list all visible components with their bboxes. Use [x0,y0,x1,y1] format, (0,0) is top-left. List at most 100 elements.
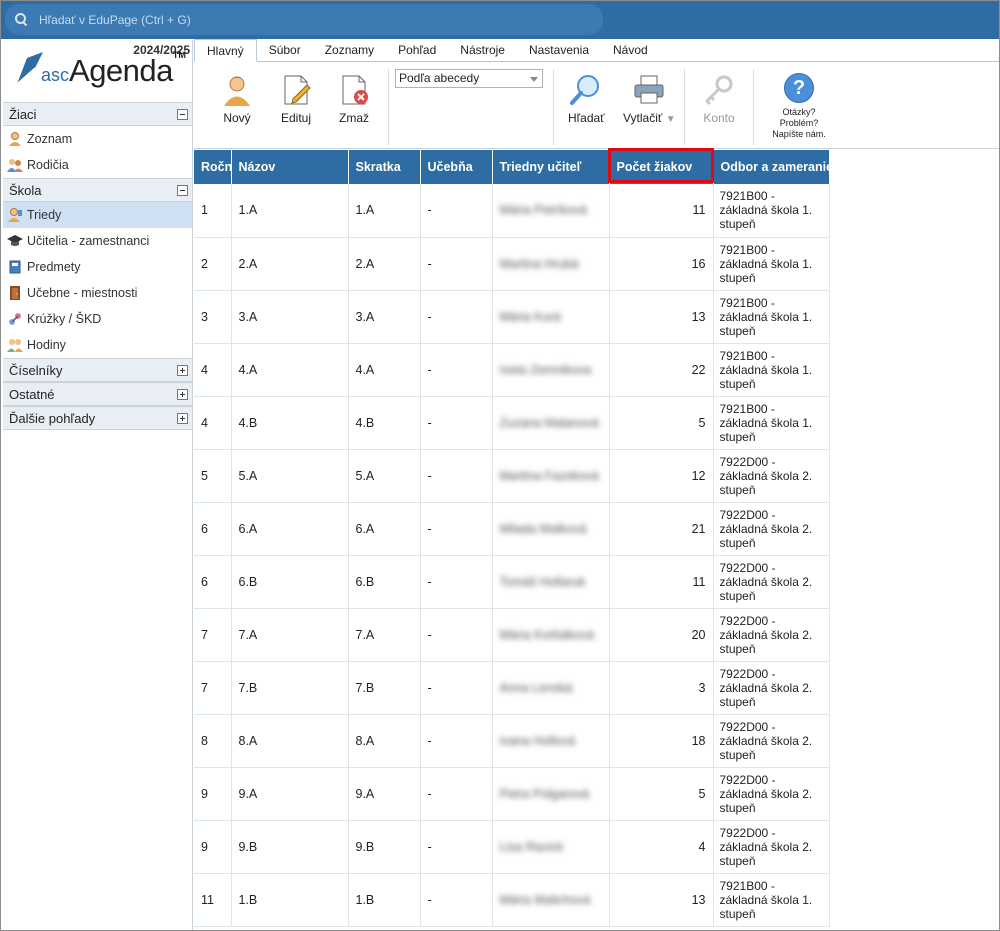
sidebar-item-triedy[interactable]: Triedy [3,202,192,228]
collapse-icon[interactable] [177,108,188,120]
sidebar-item-rodicia[interactable]: Rodičia [3,152,192,178]
cell-pocet-ziakov: 3 [609,661,714,715]
table-row[interactable]: 9 9.B 9.B - Lisa Ravick 4 7922D00 - základná š… [194,820,830,874]
cell-nazov: 7.A [231,608,349,662]
cell-rocnik: 2 [194,237,232,291]
cell-ucebna: - [420,449,493,503]
table-row[interactable]: 6 6.A 6.A - Milada Malková 21 7922D00 - základ… [194,502,830,556]
cell-skratka: 5.A [348,449,421,503]
cell-skratka: 7.A [348,608,421,662]
column-header-rocnik[interactable]: Ročník [194,150,232,184]
edit-button[interactable]: Edituj [279,73,313,125]
cell-pocet-ziakov: 5 [609,396,714,450]
new-button[interactable]: Nový [220,73,254,125]
cell-rocnik: 9 [194,767,232,821]
cell-skratka: 3.A [348,290,421,344]
tab-pohlad[interactable]: Pohľad [386,39,448,61]
table-row[interactable]: 9 9.A 9.A - Petra Polgarová 5 7922D00 - základ… [194,767,830,821]
section-ziaci[interactable]: Žiaci [3,102,192,126]
section-skola[interactable]: Škola [3,178,192,202]
table-row[interactable]: 11 1.B 1.B - Mária Malichová 13 7921B00 - zákl… [194,873,830,927]
sidebar-item-label: Triedy [27,208,62,222]
sidebar-item-label: Predmety [27,260,81,274]
table-row[interactable]: 6 6.B 6.B - Tomáš Hollaruk 11 7922D00 - základ… [194,555,830,609]
expand-icon[interactable] [177,388,188,400]
table-row[interactable]: 7 7.A 7.A - Mária Korbáková 20 7922D00 - zákla… [194,608,830,662]
sidebar-item-predmety[interactable]: Predmety [3,254,192,280]
sidebar-item-ucebne[interactable]: Učebne - miestnosti [3,280,192,306]
tab-subor[interactable]: Súbor [257,39,313,61]
magnifier-icon [570,75,600,105]
tab-zoznamy[interactable]: Zoznamy [313,39,386,61]
account-button[interactable]: Konto [702,73,736,125]
cell-odbor: 7922D00 - základná škola 2. stupeň [713,820,830,874]
classes-table-container: Ročník Názov Skratka Učebňa Triedny učit… [194,150,999,930]
cell-triedny-ucitel: Tomáš Hollaruk [492,555,610,609]
delete-button[interactable]: Zmaž [337,73,371,125]
column-header-skratka[interactable]: Skratka [348,150,421,184]
sidebar-item-label: Rodičia [27,158,69,172]
help-button[interactable]: ? Otázky? Problém? Napíšte nám. [764,73,834,140]
key-icon [704,75,733,106]
table-row[interactable]: 1 1.A 1.A - Mária Petríková 11 7921B00 - zákla… [194,184,830,238]
section-ostatne[interactable]: Ostatné [3,382,192,406]
cell-triedny-ucitel: Milada Malková [492,502,610,556]
column-header-pocet-ziakov[interactable]: Počet žiakov [609,150,714,184]
menu-tabs: Hlavný Súbor Zoznamy Pohľad Nástroje Nas… [194,39,999,62]
table-row[interactable]: 7 7.B 7.B - Anna Lenská 3 7922D00 - základná š… [194,661,830,715]
table-row[interactable]: 3 3.A 3.A - Mária Kurá 13 7921B00 - základná š… [194,290,830,344]
table-row[interactable]: 8 8.A 8.A - Ivana Hollová 18 7922D00 - základn… [194,714,830,768]
cell-odbor: 7921B00 - základná škola 1. stupeň [713,396,830,450]
tab-nastroje[interactable]: Nástroje [448,39,517,61]
cell-skratka: 6.A [348,502,421,556]
cell-skratka: 1.B [348,873,421,927]
print-button[interactable]: Vytlačiť ▼ [623,73,676,125]
cell-nazov: 4.B [231,396,349,450]
cell-nazov: 6.B [231,555,349,609]
sidebar-item-zoznam[interactable]: Zoznam [3,126,192,152]
column-header-triedny-ucitel[interactable]: Triedny učiteľ [492,150,610,184]
cell-nazov: 5.A [231,449,349,503]
teacher-name: Mária Korbáková [499,627,595,642]
sort-dropdown[interactable]: Podľa abecedy [395,69,543,88]
section-label: Ostatné [9,386,55,402]
tab-hlavny[interactable]: Hlavný [194,39,257,62]
cell-rocnik: 4 [194,343,232,397]
section-dalsie-pohlady[interactable]: Ďalšie pohľady [3,406,192,430]
expand-icon[interactable] [177,412,188,424]
cell-ucebna: - [420,608,493,662]
search-button[interactable]: Hľadať [568,73,605,125]
cell-rocnik: 4 [194,396,232,450]
cell-odbor: 7921B00 - základná škola 1. stupeň [713,290,830,344]
table-row[interactable]: 2 2.A 2.A - Martina Hrubá 16 7921B00 - základn… [194,237,830,291]
teacher-name: Mária Kurá [499,309,561,324]
column-header-nazov[interactable]: Názov [231,150,349,184]
search-bar[interactable]: Hľadať v EduPage (Ctrl + G) [5,4,603,35]
sidebar-item-ucitelia[interactable]: Učitelia - zamestnanci [3,228,192,254]
print-label: Vytlačiť [623,111,663,125]
cell-pocet-ziakov: 5 [609,767,714,821]
table-row[interactable]: 4 4.A 4.A - Iveta Zemnikova 22 7921B00 - zákla… [194,343,830,397]
section-ciselniky[interactable]: Číselníky [3,358,192,382]
pen-logo-icon [16,52,43,85]
collapse-icon[interactable] [177,184,188,196]
column-header-ucebna[interactable]: Učebňa [420,150,493,184]
cell-ucebna: - [420,873,493,927]
sidebar-item-hodiny[interactable]: Hodiny [3,332,192,358]
cell-nazov: 8.A [231,714,349,768]
column-header-odbor[interactable]: Odbor a zameranie [713,150,830,184]
cell-triedny-ucitel: Anna Lenská [492,661,610,715]
cell-odbor: 7922D00 - základná škola 2. stupeň [713,767,830,821]
table-row[interactable]: 5 5.A 5.A - Martina Fazeková 12 7922D00 - zákl… [194,449,830,503]
logo-area: 2024/2025 asc Agenda TM [3,40,192,102]
tab-navod[interactable]: Návod [601,39,660,61]
sidebar-item-kruzky[interactable]: Krúžky / ŠKD [3,306,192,332]
cell-skratka: 7.B [348,661,421,715]
top-bar: Hľadať v EduPage (Ctrl + G) [1,1,999,39]
tab-nastavenia[interactable]: Nastavenia [517,39,601,61]
table-row[interactable]: 4 4.B 4.B - Zuzana Malanová 5 7921B00 - základ… [194,396,830,450]
expand-icon[interactable] [177,364,188,376]
classes-table: Ročník Názov Skratka Učebňa Triedny učit… [194,150,830,927]
teacher-name: Ivana Hollová [499,733,576,748]
delete-label: Zmaž [339,111,369,125]
